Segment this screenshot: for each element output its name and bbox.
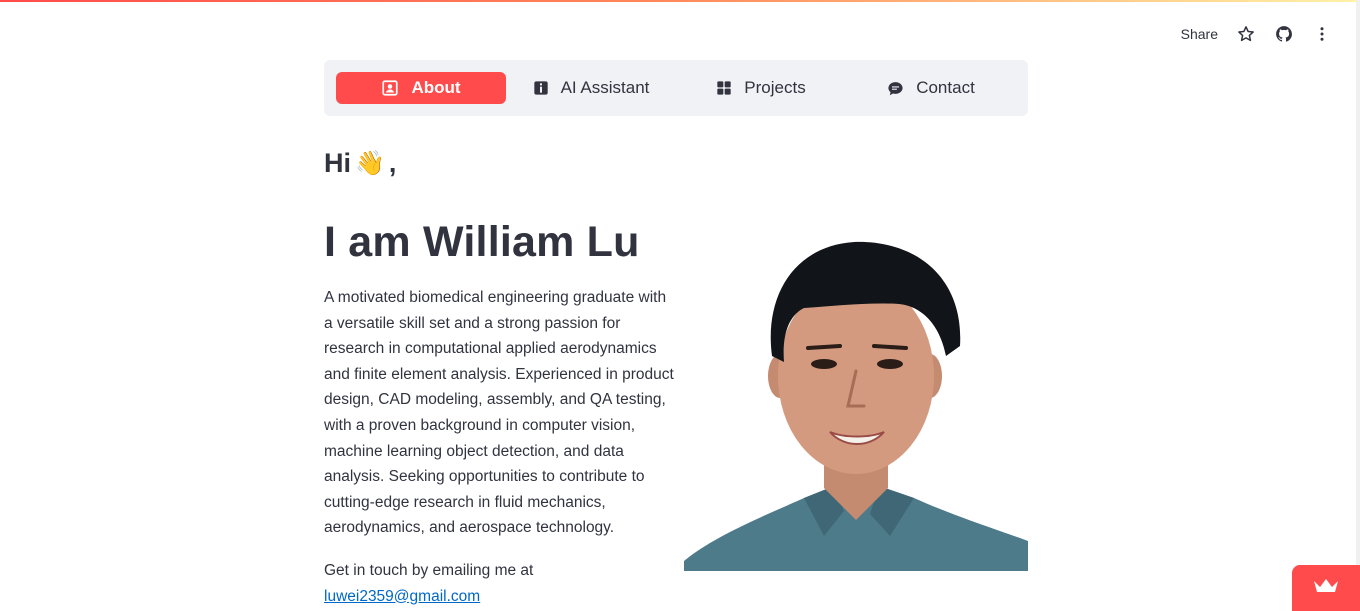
nav-item-ai-assistant[interactable]: AI Assistant <box>506 72 676 104</box>
grid-icon <box>716 80 732 96</box>
nav-item-label: Contact <box>916 78 975 97</box>
app-toolbar: Share <box>1181 24 1332 44</box>
top-decoration-bar <box>0 0 1360 2</box>
greeting-suffix: , <box>388 148 397 178</box>
github-icon[interactable] <box>1274 24 1294 44</box>
share-button[interactable]: Share <box>1181 26 1218 42</box>
star-icon[interactable] <box>1236 24 1256 44</box>
person-id-icon <box>381 79 399 97</box>
greeting-text: Hi <box>324 148 351 178</box>
nav-item-contact[interactable]: Contact <box>846 72 1016 104</box>
streamlit-badge[interactable] <box>1292 565 1360 611</box>
navigation-menu: About AI Assistant Projects Contact <box>324 60 1028 116</box>
contact-paragraph: Get in touch by emailing me at luwei2359… <box>324 558 674 609</box>
waving-hand-icon: 👋 <box>355 150 385 177</box>
profile-photo <box>684 236 1028 571</box>
nav-item-about[interactable]: About <box>336 72 506 104</box>
page-title: I am William Lu <box>324 218 640 266</box>
contact-text: Get in touch by emailing me at <box>324 562 534 579</box>
more-vertical-icon[interactable] <box>1312 24 1332 44</box>
email-link[interactable]: luwei2359@gmail.com <box>324 588 480 605</box>
greeting-heading: Hi 👋 , <box>324 148 396 179</box>
chat-bubble-icon <box>887 80 904 97</box>
bio-paragraph: A motivated biomedical engineering gradu… <box>324 289 674 537</box>
nav-item-label: Projects <box>744 78 806 97</box>
scrollbar[interactable] <box>1356 0 1360 611</box>
nav-item-projects[interactable]: Projects <box>676 72 846 104</box>
nav-item-label: AI Assistant <box>560 78 650 97</box>
crown-icon <box>1313 577 1339 600</box>
info-square-icon <box>533 80 549 96</box>
nav-item-label: About <box>411 78 461 97</box>
